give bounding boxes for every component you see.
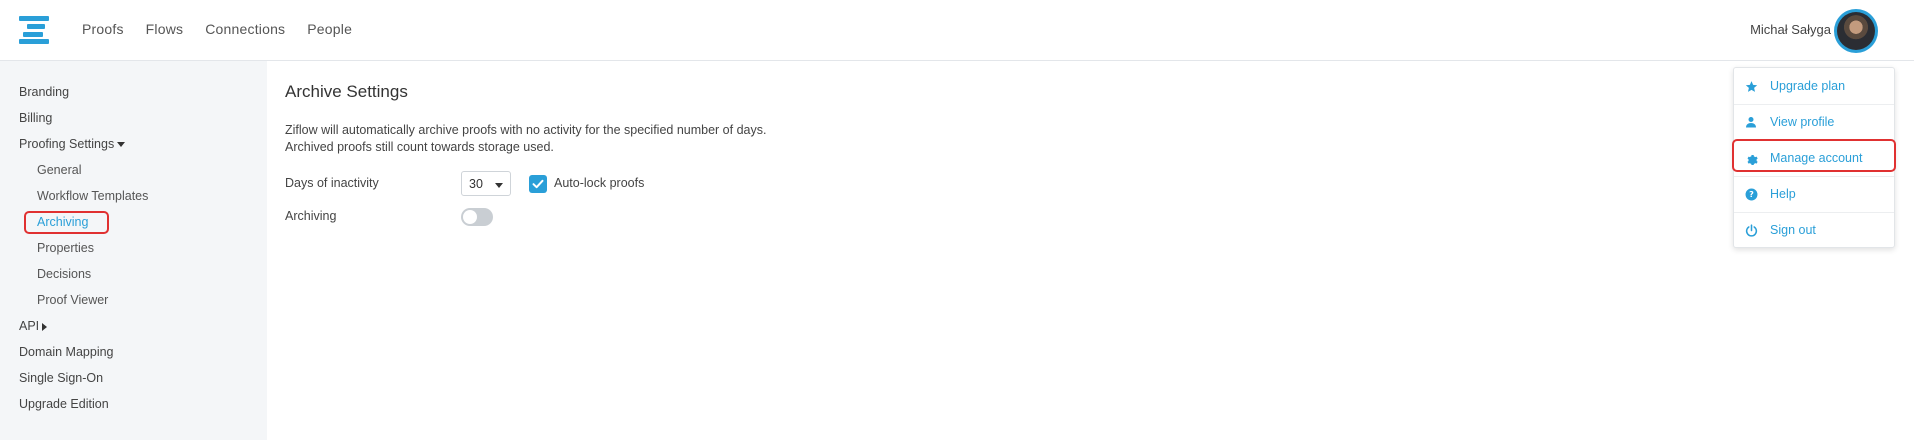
description-line-2: Archived proofs still count towards stor… — [285, 140, 554, 154]
menu-item-help[interactable]: ? Help — [1734, 176, 1894, 212]
sidebar-item-archiving[interactable]: Archiving — [37, 215, 88, 229]
top-navbar: Proofs Flows Connections People Michał S… — [0, 0, 1914, 61]
menu-item-sign-out[interactable]: Sign out — [1734, 212, 1894, 248]
nav-flows[interactable]: Flows — [146, 21, 184, 37]
auto-lock-label[interactable]: Auto-lock proofs — [554, 176, 644, 190]
avatar-photo — [1837, 12, 1875, 50]
check-icon — [532, 179, 544, 189]
sidebar-item-decisions[interactable]: Decisions — [37, 267, 91, 281]
sidebar-item-proof-viewer[interactable]: Proof Viewer — [37, 293, 108, 307]
question-circle-icon: ? — [1744, 187, 1758, 201]
archive-description: Ziflow will automatically archive proofs… — [285, 122, 766, 156]
menu-item-label: Help — [1770, 187, 1796, 201]
sidebar-item-proofing-settings[interactable]: Proofing Settings — [19, 137, 126, 151]
caret-right-icon — [42, 322, 48, 331]
nav-people[interactable]: People — [307, 21, 352, 37]
toggle-knob — [463, 210, 477, 224]
star-icon — [1744, 79, 1758, 93]
sidebar-item-properties[interactable]: Properties — [37, 241, 94, 255]
ziflow-logo-icon[interactable] — [19, 16, 49, 44]
user-name[interactable]: Michał Sałyga — [1750, 22, 1831, 37]
sidebar-item-upgrade-edition[interactable]: Upgrade Edition — [19, 397, 109, 411]
sidebar-item-api[interactable]: API — [19, 319, 48, 333]
user-icon — [1744, 115, 1758, 129]
sidebar-item-billing[interactable]: Billing — [19, 111, 52, 125]
archiving-toggle[interactable] — [461, 208, 493, 226]
sidebar-item-branding[interactable]: Branding — [19, 85, 69, 99]
days-of-inactivity-select[interactable]: 30 — [461, 171, 511, 196]
account-dropdown-menu: Upgrade plan View profile Manage account… — [1732, 67, 1896, 248]
nav-proofs[interactable]: Proofs — [82, 21, 124, 37]
menu-item-label: Upgrade plan — [1770, 79, 1846, 93]
sidebar-item-general[interactable]: General — [37, 163, 81, 177]
archiving-label: Archiving — [285, 209, 337, 223]
highlight-box-manage-account — [1732, 139, 1896, 172]
sidebar-item-single-sign-on[interactable]: Single Sign-On — [19, 371, 103, 385]
auto-lock-checkbox[interactable] — [529, 175, 547, 193]
settings-sidebar: Branding Billing Proofing Settings Gener… — [0, 61, 267, 440]
menu-item-upgrade-plan[interactable]: Upgrade plan — [1734, 68, 1894, 104]
sidebar-item-workflow-templates[interactable]: Workflow Templates — [37, 189, 148, 203]
nav-connections[interactable]: Connections — [205, 21, 285, 37]
sidebar-item-label: Proofing Settings — [19, 137, 115, 151]
caret-down-icon — [117, 142, 126, 148]
main-nav: Proofs Flows Connections People — [82, 21, 352, 37]
power-icon — [1744, 223, 1758, 237]
svg-text:?: ? — [1749, 189, 1754, 199]
menu-item-label: View profile — [1770, 115, 1835, 129]
days-value: 30 — [469, 177, 483, 191]
page-title: Archive Settings — [285, 82, 408, 101]
days-of-inactivity-label: Days of inactivity — [285, 176, 379, 190]
menu-item-view-profile[interactable]: View profile — [1734, 104, 1894, 140]
sidebar-item-label: API — [19, 319, 40, 333]
chevron-down-icon — [495, 183, 503, 188]
avatar[interactable] — [1834, 9, 1878, 53]
description-line-1: Ziflow will automatically archive proofs… — [285, 123, 767, 137]
menu-item-label: Sign out — [1770, 223, 1816, 237]
sidebar-item-domain-mapping[interactable]: Domain Mapping — [19, 345, 114, 359]
